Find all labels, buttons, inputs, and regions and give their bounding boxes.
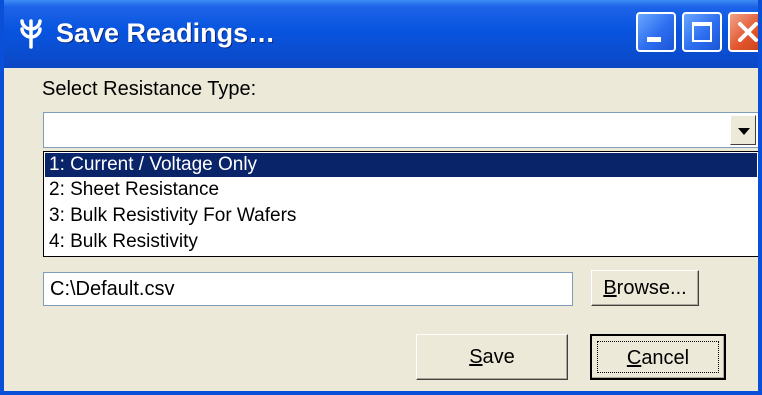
focus-rectangle: [597, 341, 719, 373]
resistance-type-label: Select Resistance Type:: [42, 78, 257, 100]
browse-mnemonic: B: [603, 277, 617, 299]
browse-label: rowse...: [616, 277, 687, 299]
file-path-input[interactable]: C:\Default.csv: [43, 272, 573, 306]
option-bulk-resistivity[interactable]: 4: Bulk Resistivity: [45, 230, 757, 254]
resistance-type-combobox[interactable]: [43, 112, 758, 148]
window-title: Save Readings…: [56, 18, 276, 48]
option-sheet-resistance[interactable]: 2: Sheet Resistance: [45, 178, 757, 202]
browse-button[interactable]: Browse...: [591, 270, 699, 306]
minimize-button[interactable]: [636, 12, 676, 52]
save-label: ave: [482, 346, 515, 368]
save-readings-dialog: Save Readings… Select Resistance Type: 1…: [0, 0, 762, 395]
option-bulk-resistivity-wafers[interactable]: 3: Bulk Resistivity For Wafers: [45, 204, 757, 228]
app-icon: [20, 19, 42, 49]
cancel-button[interactable]: Cancel: [590, 334, 726, 380]
save-button[interactable]: Save: [416, 334, 568, 380]
maximize-button[interactable]: [682, 12, 722, 52]
resistance-type-dropdown-list: 1: Current / Voltage Only 2: Sheet Resis…: [43, 151, 758, 257]
save-mnemonic: S: [469, 346, 483, 368]
option-current-voltage-only[interactable]: 1: Current / Voltage Only: [45, 153, 757, 177]
minimize-icon: [647, 37, 661, 42]
close-icon: [738, 22, 758, 42]
chevron-down-icon: [738, 128, 750, 135]
close-button[interactable]: [728, 12, 758, 52]
combobox-dropdown-button[interactable]: [730, 115, 756, 145]
title-bar[interactable]: Save Readings…: [4, 0, 758, 68]
maximize-icon: [692, 22, 712, 42]
